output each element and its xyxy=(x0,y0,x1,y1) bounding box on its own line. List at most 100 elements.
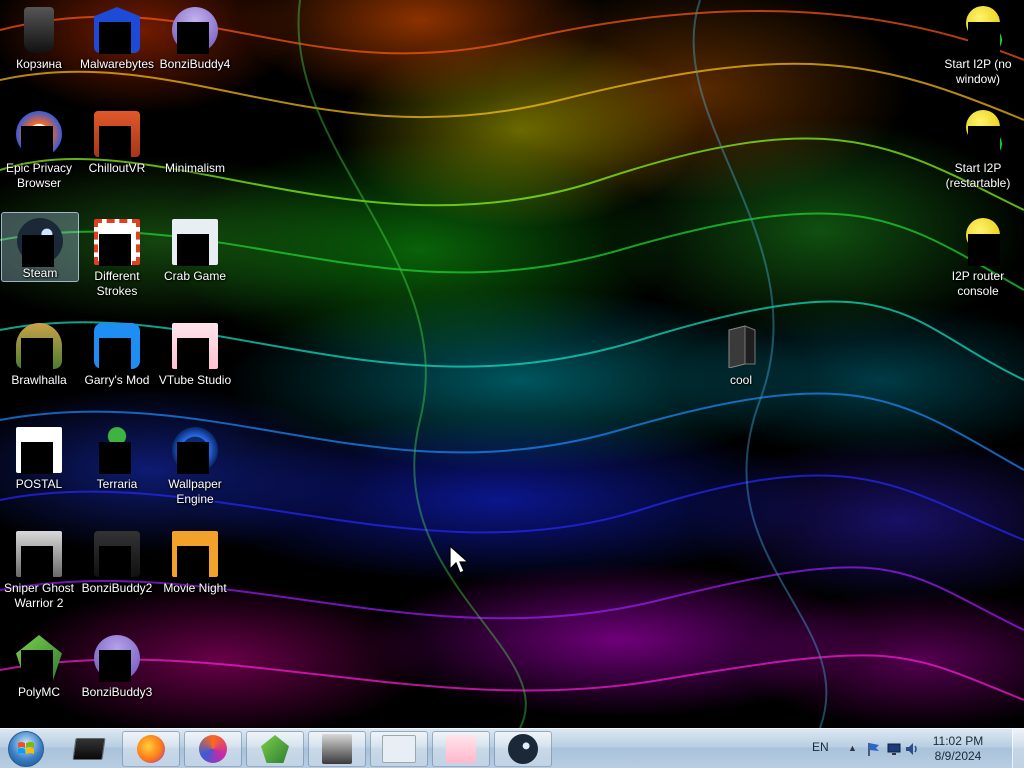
icon-label: Epic Privacy Browser xyxy=(5,161,73,190)
desktop-icon-bonzibuddy3[interactable]: BonziBuddy3 xyxy=(78,628,156,728)
epic-browser-icon xyxy=(15,110,63,158)
desktop-icon-i2p-router-console[interactable]: I2P router console xyxy=(938,212,1018,312)
taskbar-pin-firefox[interactable] xyxy=(122,731,180,767)
icon-label: cool xyxy=(729,373,752,387)
taskbar-pin-crab-game[interactable] xyxy=(370,731,428,767)
desktop-icon-sniper-ghost-warrior-2[interactable]: Sniper Ghost Warrior 2 xyxy=(0,524,78,624)
desktop-icon-movie-night[interactable]: Movie Night xyxy=(156,524,234,624)
icon-label: Different Strokes xyxy=(94,269,140,298)
mouse-cursor-icon xyxy=(449,545,469,574)
desktop-icon-start-i2p-restartable[interactable]: Start I2P (restartable) xyxy=(938,104,1018,204)
volume-icon[interactable] xyxy=(904,741,920,757)
vtube-studio-icon xyxy=(446,735,476,763)
taskbar-pin-terminal[interactable] xyxy=(60,731,118,767)
terraria-icon xyxy=(93,426,141,474)
taskbar: EN ▲ 11:02 PM 8/9/2024 xyxy=(0,728,1024,768)
polymc-icon xyxy=(15,634,63,682)
taskbar-pin-vtube-studio[interactable] xyxy=(432,731,490,767)
taskbar-pin-polymc[interactable] xyxy=(246,731,304,767)
icon-label: BonziBuddy4 xyxy=(159,57,231,71)
icon-label: ChilloutVR xyxy=(88,161,146,175)
movie-night-icon xyxy=(171,530,219,578)
desktop-icon-postal[interactable]: POSTAL xyxy=(0,420,78,520)
icon-label: Корзина xyxy=(16,57,62,71)
icon-label: Terraria xyxy=(96,477,138,491)
icon-label: BonziBuddy3 xyxy=(81,685,153,699)
desktop-icon-crab-game[interactable]: Crab Game xyxy=(156,212,234,312)
steam-icon xyxy=(16,218,64,267)
icon-label: Sniper Ghost Warrior 2 xyxy=(3,581,75,610)
i2p-icon xyxy=(954,110,1002,158)
icon-label: PolyMC xyxy=(17,685,60,699)
show-hidden-icons-arrow-icon[interactable]: ▲ xyxy=(848,743,857,753)
minimalism-icon xyxy=(171,110,219,158)
desktop-icon-steam[interactable]: Steam xyxy=(1,212,79,282)
icon-label: Malwarebytes xyxy=(79,57,155,71)
postal-icon xyxy=(15,426,63,474)
garrys-mod-icon xyxy=(93,322,141,370)
sniper-ghost-warrior-icon xyxy=(15,530,63,578)
desktop-icon-brawlhalla[interactable]: Brawlhalla xyxy=(0,316,78,416)
desktop-icon-garrys-mod[interactable]: Garry's Mod xyxy=(78,316,156,416)
desktop-icon-start-i2p-no-window[interactable]: Start I2P (no window) xyxy=(938,0,1018,100)
windows-logo-icon xyxy=(8,731,44,767)
icon-label: POSTAL xyxy=(15,477,63,491)
polymc-icon xyxy=(261,735,289,763)
icon-label: Start I2P (restartable) xyxy=(945,161,1011,190)
desktop-icon-bonzibuddy2[interactable]: BonziBuddy2 xyxy=(78,524,156,624)
icon-label: Minimalism xyxy=(165,161,225,175)
clock-time: 11:02 PM xyxy=(932,734,984,748)
icon-label: Crab Game xyxy=(163,269,227,283)
crab-game-icon xyxy=(382,735,416,763)
desktop-icon-different-strokes[interactable]: Different Strokes xyxy=(78,212,156,312)
desktop-icon-cool-folder[interactable]: cool xyxy=(702,316,780,416)
start-button[interactable] xyxy=(4,730,48,768)
taskbar-pin-sniper-ghost-warrior[interactable] xyxy=(308,731,366,767)
show-desktop-button[interactable] xyxy=(1012,729,1024,768)
network-icon[interactable] xyxy=(886,741,902,757)
sniper-ghost-warrior-icon xyxy=(322,734,352,764)
epic-browser-icon xyxy=(199,735,227,763)
brawlhalla-icon xyxy=(15,322,63,370)
different-strokes-icon xyxy=(93,218,141,266)
desktop-icon-vtube-studio[interactable]: VTube Studio xyxy=(156,316,234,416)
icon-label: Garry's Mod xyxy=(84,373,150,387)
icon-label: BonziBuddy2 xyxy=(81,581,153,595)
firefox-icon xyxy=(137,735,165,763)
wallpaper-engine-icon xyxy=(171,426,219,474)
bonzibuddy-icon xyxy=(171,6,219,54)
i2p-icon xyxy=(954,218,1002,266)
steam-icon xyxy=(508,734,538,764)
desktop-icon-chilloutvr[interactable]: ChilloutVR xyxy=(78,104,156,204)
desktop-icon-minimalism[interactable]: Minimalism xyxy=(156,104,234,204)
desktop-icon-malwarebytes[interactable]: Malwarebytes xyxy=(78,0,156,100)
malwarebytes-icon xyxy=(93,6,141,54)
taskbar-pin-epic-browser[interactable] xyxy=(184,731,242,767)
bonzibuddy-icon xyxy=(93,634,141,682)
action-center-flag-icon[interactable] xyxy=(866,741,882,757)
desktop-icon-epic-privacy-browser[interactable]: Epic Privacy Browser xyxy=(0,104,78,204)
icon-label: Movie Night xyxy=(163,581,227,595)
desktop-icon-polymc[interactable]: PolyMC xyxy=(0,628,78,728)
crab-game-icon xyxy=(171,218,219,266)
system-clock[interactable]: 11:02 PM 8/9/2024 xyxy=(922,734,994,764)
icon-label: VTube Studio xyxy=(158,373,232,387)
system-tray: EN ▲ 11:02 PM 8/9/2024 xyxy=(804,729,1024,768)
icon-label: Start I2P (no window) xyxy=(944,57,1012,86)
recycle-bin-icon xyxy=(15,6,63,54)
i2p-icon xyxy=(954,6,1002,54)
icon-label: I2P router console xyxy=(951,269,1005,298)
icon-label: Steam xyxy=(22,266,58,280)
vtube-studio-icon xyxy=(171,322,219,370)
language-indicator[interactable]: EN xyxy=(812,740,829,754)
bonzibuddy-icon xyxy=(93,530,141,578)
desktop-icon-wallpaper-engine[interactable]: Wallpaper Engine xyxy=(156,420,234,520)
folder-icon xyxy=(717,322,765,370)
taskbar-pin-steam[interactable] xyxy=(494,731,552,767)
icon-label: Wallpaper Engine xyxy=(168,477,222,506)
desktop-icon-recycle-bin[interactable]: Корзина xyxy=(0,0,78,100)
desktop-icon-terraria[interactable]: Terraria xyxy=(78,420,156,520)
icon-label: Brawlhalla xyxy=(11,373,67,387)
terminal-icon xyxy=(72,738,106,760)
desktop-icon-bonzibuddy4[interactable]: BonziBuddy4 xyxy=(156,0,234,100)
